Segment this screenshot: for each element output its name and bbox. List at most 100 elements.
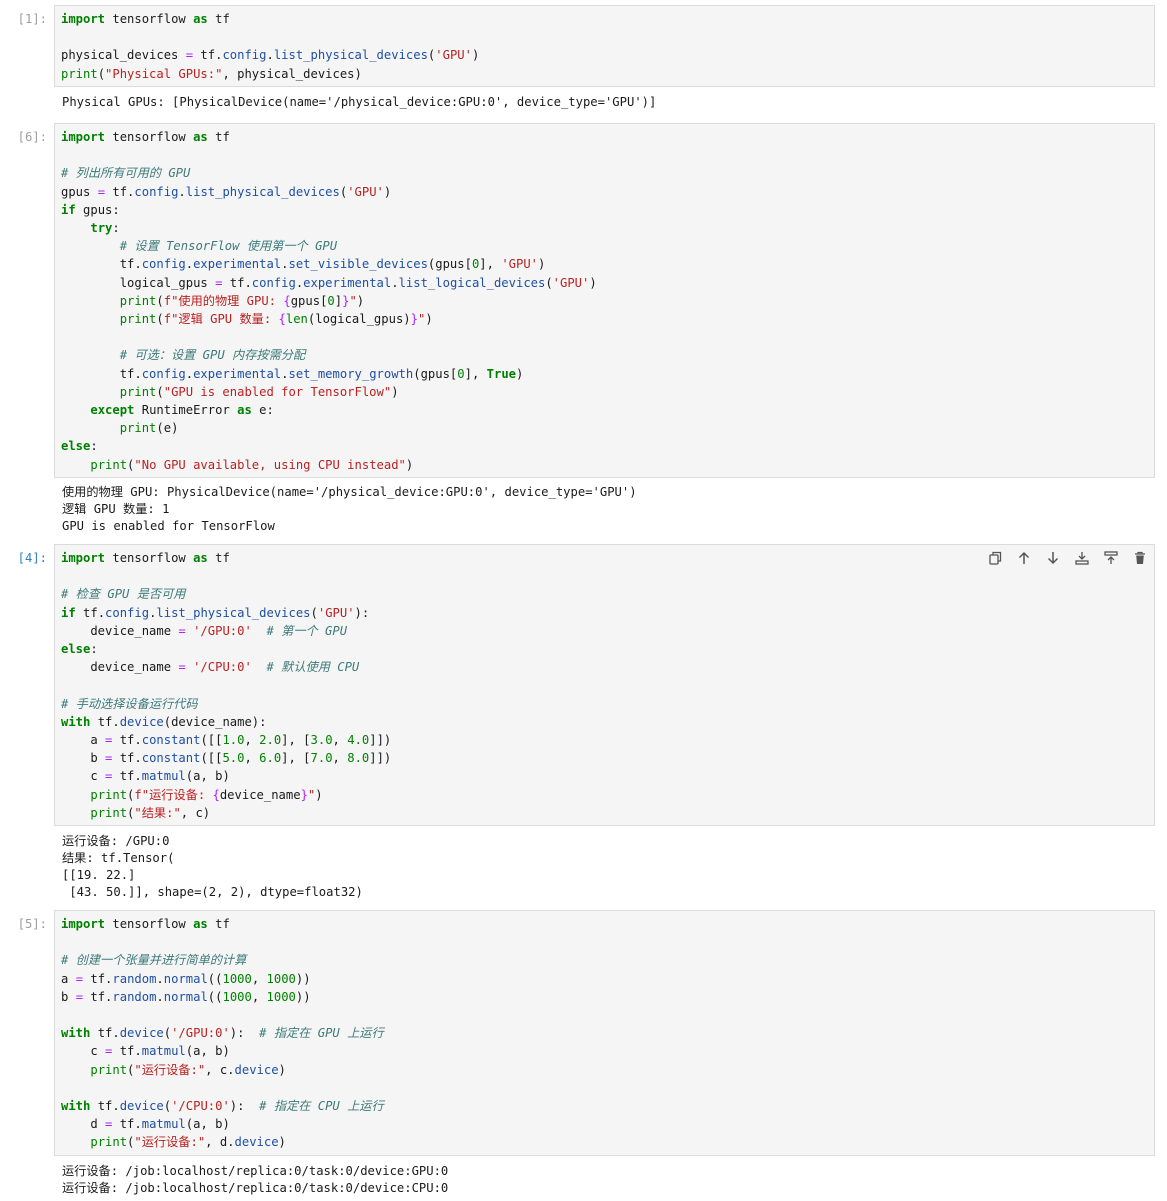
code-line: try: — [61, 219, 597, 237]
copy-icon[interactable] — [987, 550, 1003, 566]
code-token: a — [61, 971, 76, 986]
code-token: import — [61, 130, 106, 144]
code-line: import tensorflow as tf — [61, 549, 391, 567]
code-source[interactable]: import tensorflow as tf physical_devices… — [61, 10, 479, 83]
code-token: device — [234, 1135, 279, 1150]
code-token: print — [90, 457, 128, 472]
code-token: as — [193, 12, 208, 26]
code-token: . — [156, 971, 164, 986]
code-token: ([[ — [200, 733, 223, 748]
code-editor[interactable]: import tensorflow as tf # 列出所有可用的 GPU gpu… — [54, 123, 1155, 478]
code-token: = — [75, 971, 84, 986]
code-token: , c. — [205, 1062, 235, 1077]
code-token: 'GPU' — [501, 257, 538, 272]
code-token: # 默认使用 CPU — [266, 660, 360, 675]
code-token: print — [90, 787, 128, 802]
output-line: GPU is enabled for TensorFlow — [62, 519, 275, 533]
arrow-down-icon[interactable] — [1045, 550, 1061, 566]
cell-output: 运行设备: /job:localhost/replica:0/task:0/de… — [62, 1163, 448, 1197]
code-token: normal — [163, 971, 208, 986]
code-editor[interactable]: import tensorflow as tf # 检查 GPU 是否可用 if … — [54, 544, 1155, 826]
code-token: as — [193, 917, 208, 931]
code-token: ): — [229, 1026, 260, 1041]
code-token: "结果:" — [134, 805, 181, 820]
code-editor[interactable]: import tensorflow as tf # 创建一个张量并进行简单的计算… — [54, 910, 1155, 1156]
code-token: ) — [425, 312, 433, 327]
code-token: tensorflow — [105, 917, 194, 931]
code-token: gpus: — [75, 202, 120, 217]
code-token: , — [251, 989, 267, 1004]
code-token: . — [281, 257, 289, 272]
code-token: normal — [163, 989, 208, 1004]
code-line: if tf.config.list_physical_devices('GPU'… — [61, 604, 391, 622]
code-token: random — [112, 971, 157, 986]
code-token: , c) — [180, 805, 211, 820]
code-token: list_physical_devices — [273, 48, 428, 63]
code-token: tf. — [112, 733, 142, 748]
code-token: with — [61, 714, 91, 729]
code-line: # 设置 TensorFlow 使用第一个 GPU — [61, 237, 597, 255]
code-token: config — [251, 275, 296, 290]
output-line: 运行设备: /GPU:0 — [62, 834, 170, 848]
code-token: (logical_gpus) — [307, 312, 411, 327]
code-line: print("GPU is enabled for TensorFlow") — [61, 383, 597, 401]
code-token: ]]) — [369, 751, 392, 766]
code-token: { — [278, 312, 286, 327]
code-token: import — [61, 917, 106, 931]
code-token: physical_devices — [61, 48, 186, 63]
code-line: print("结果:", c) — [61, 804, 391, 822]
code-token: ( — [163, 1099, 172, 1114]
code-line: # 可选：设置 GPU 内存按需分配 — [61, 346, 597, 364]
code-token: # 第一个 GPU — [266, 623, 348, 638]
code-token: . — [185, 366, 194, 381]
cell-output: Physical GPUs: [PhysicalDevice(name='/ph… — [62, 94, 656, 111]
code-token: ]]) — [369, 733, 392, 748]
code-token: # 手动选择设备运行代码 — [61, 696, 198, 711]
code-token: tf. — [90, 714, 120, 729]
code-line: a = tf.random.normal((1000, 1000)) — [61, 970, 384, 988]
insert-above-icon[interactable] — [1074, 550, 1090, 566]
code-token: "No GPU available, using CPU instead" — [134, 457, 406, 472]
insert-below-icon[interactable] — [1103, 550, 1119, 566]
code-source[interactable]: import tensorflow as tf # 检查 GPU 是否可用 if … — [61, 549, 391, 822]
code-editor[interactable]: import tensorflow as tf physical_devices… — [54, 5, 1155, 87]
code-token: , physical_devices) — [222, 66, 362, 81]
output-line: 结果: tf.Tensor( — [62, 851, 175, 865]
code-token: , — [332, 751, 348, 766]
code-token: tf — [207, 551, 230, 565]
code-token: ( — [545, 275, 553, 290]
cell-execution-count: [4]: — [17, 551, 47, 565]
code-line: d = tf.matmul(a, b) — [61, 1115, 384, 1133]
arrow-up-icon[interactable] — [1016, 550, 1032, 566]
cell-output: 运行设备: /GPU:0 结果: tf.Tensor([[19. 22.] [43… — [62, 833, 363, 901]
code-token: # 设置 TensorFlow 使用第一个 GPU — [119, 239, 338, 254]
code-token: "GPU is enabled for TensorFlow" — [163, 384, 392, 399]
code-token: 1000 — [266, 989, 296, 1004]
code-token: config — [105, 605, 150, 620]
code-token: ) — [383, 184, 392, 199]
code-token: . — [185, 257, 194, 272]
code-token: print — [90, 1135, 128, 1150]
code-token: constant — [141, 751, 201, 766]
code-line: # 创建一个张量并进行简单的计算 — [61, 951, 384, 969]
code-token: 2.0 — [259, 733, 282, 748]
cell-execution-count: [1]: — [17, 12, 47, 26]
code-token: "Physical GPUs:" — [105, 66, 223, 81]
trash-icon[interactable] — [1132, 550, 1148, 566]
code-token: list_logical_devices — [398, 275, 546, 290]
code-source[interactable]: import tensorflow as tf # 创建一个张量并进行简单的计算… — [61, 915, 384, 1152]
code-token: tf. — [112, 751, 142, 766]
code-source[interactable]: import tensorflow as tf # 列出所有可用的 GPU gpu… — [61, 128, 597, 474]
cell-output: 使用的物理 GPU: PhysicalDevice(name='/physica… — [62, 484, 637, 535]
code-token: print — [61, 66, 98, 81]
